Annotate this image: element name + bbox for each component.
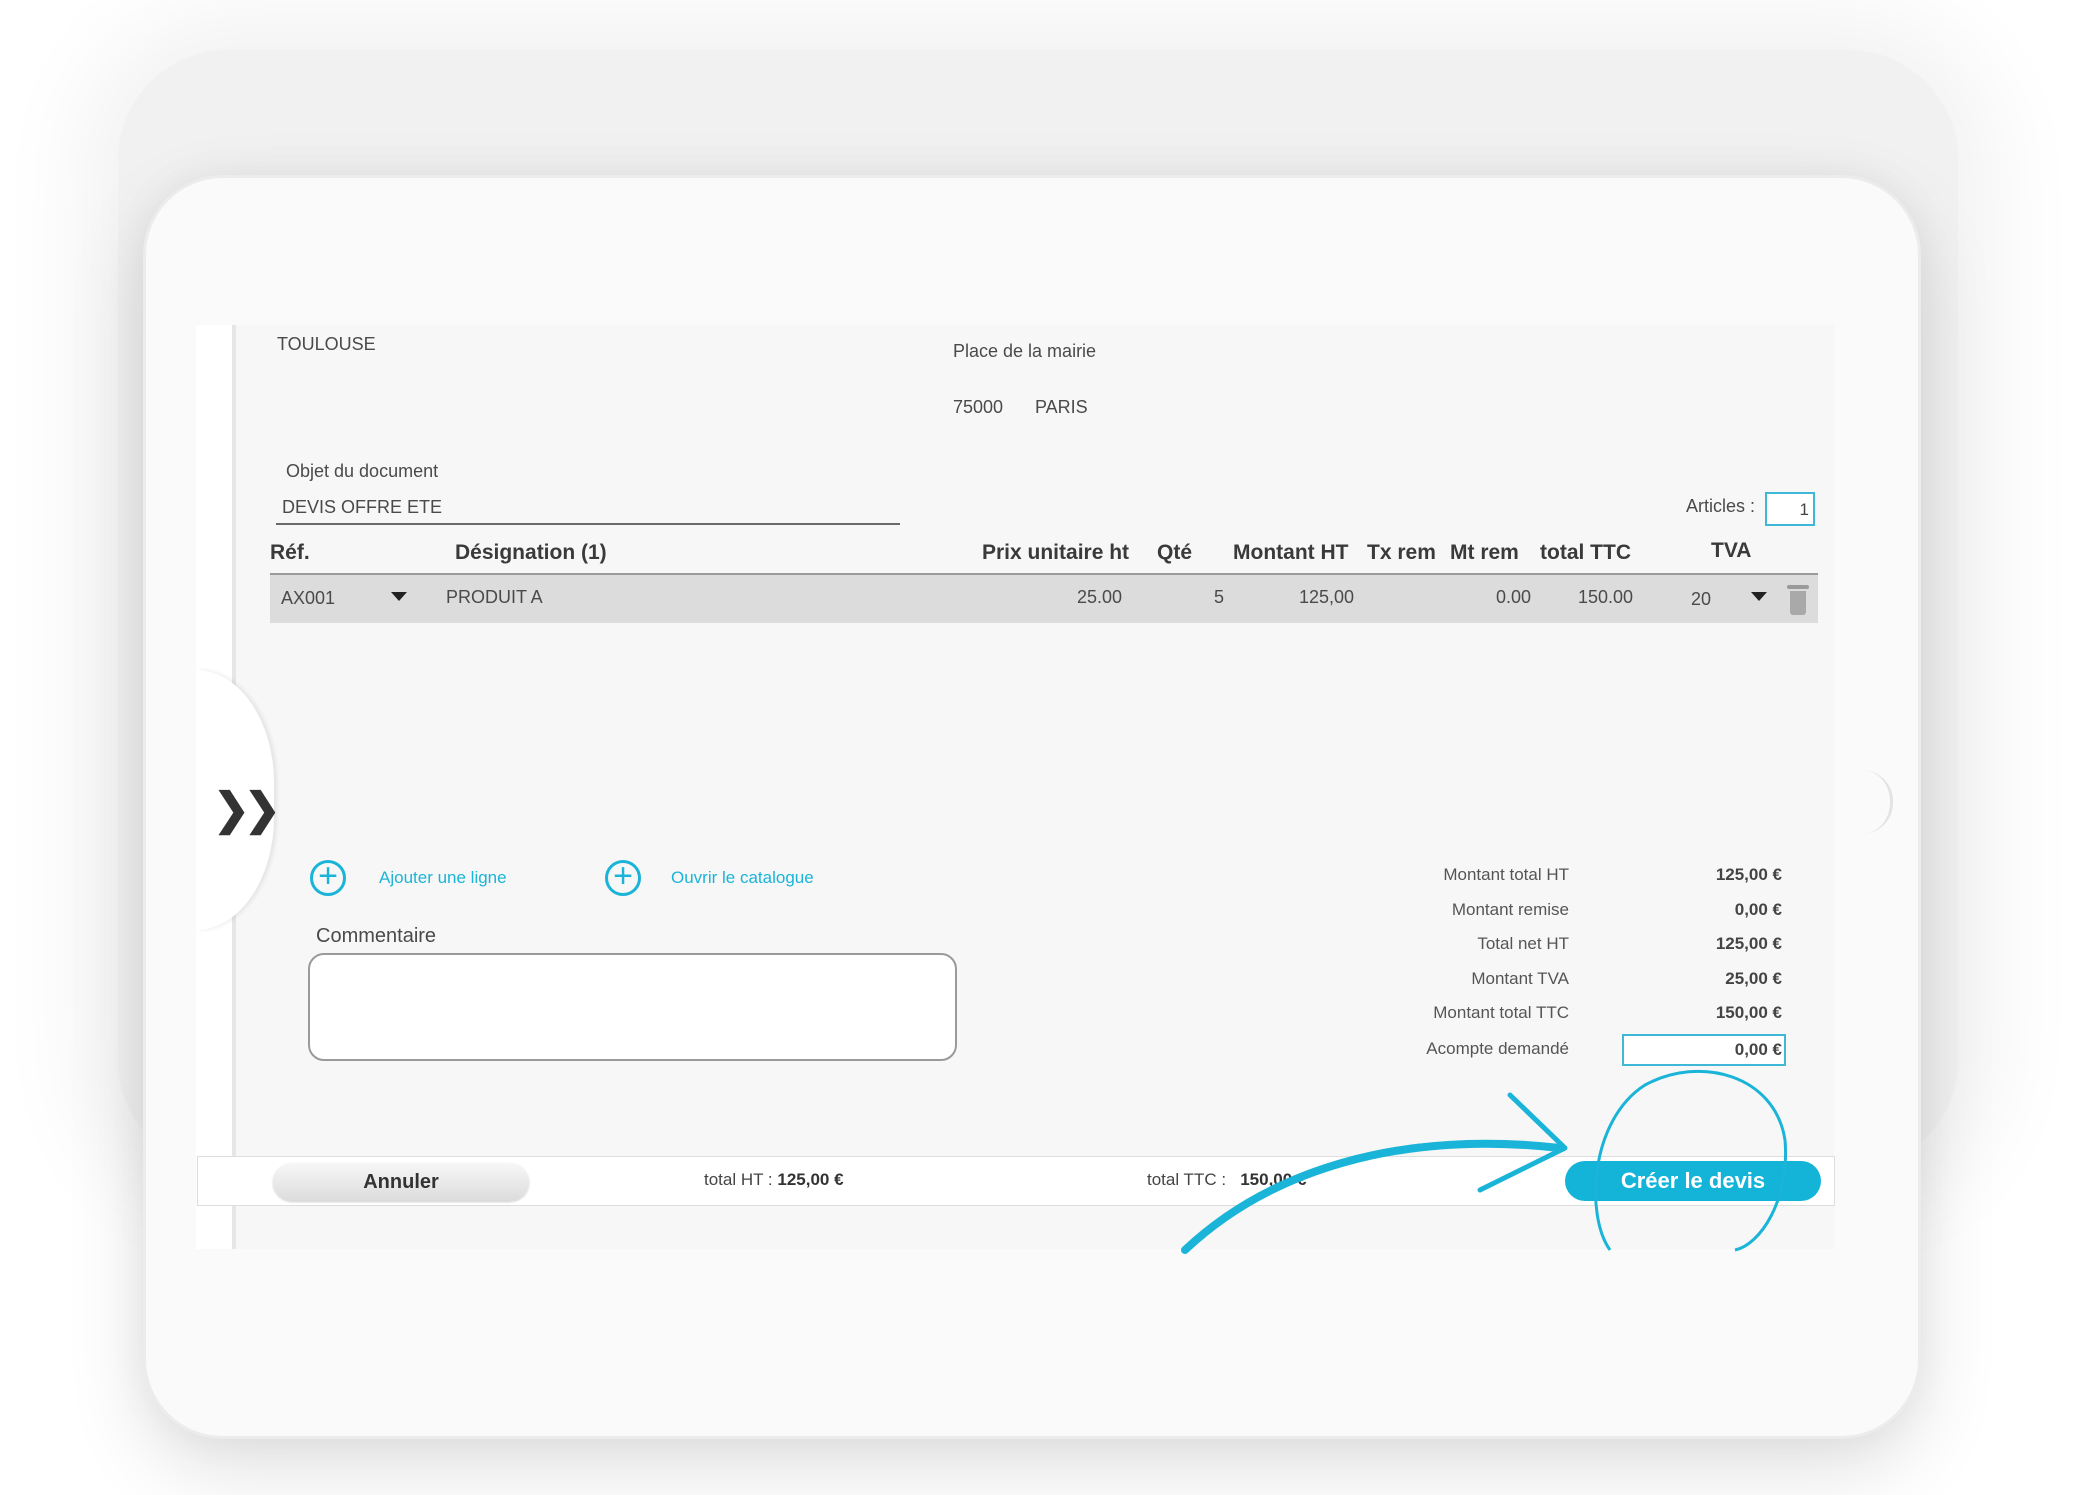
ref-caret-down-icon[interactable] bbox=[391, 592, 407, 601]
recipient-city: PARIS bbox=[1035, 397, 1088, 417]
col-mt-rem: Mt rem bbox=[1450, 541, 1519, 564]
footer-total-ttc: total TTC : 150,00 € bbox=[1147, 1170, 1306, 1190]
col-prix-unitaire: Prix unitaire ht bbox=[982, 541, 1130, 564]
footer-total-ht-value: 125,00 € bbox=[777, 1170, 844, 1189]
acompte-value[interactable]: 0,00 € bbox=[1632, 1040, 1782, 1060]
summary-net-ht: 125,00 € bbox=[1715, 934, 1782, 953]
comment-label: Commentaire bbox=[316, 925, 437, 947]
app-screen bbox=[196, 325, 1834, 1249]
row-total-ttc: 150.00 bbox=[1578, 587, 1634, 607]
open-catalog-plus-icon[interactable]: + bbox=[605, 859, 641, 896]
double-chevron-right-icon[interactable]: ❯❯ bbox=[213, 784, 281, 835]
footer-total-ttc-label: total TTC : bbox=[1147, 1170, 1227, 1189]
trash-icon[interactable] bbox=[1787, 585, 1809, 615]
summary-tva: 25,00 € bbox=[1725, 969, 1782, 988]
add-line-plus-icon[interactable]: + bbox=[310, 859, 346, 896]
summary-total-ht: 125,00 € bbox=[1715, 865, 1782, 884]
recipient-postcode: 75000 bbox=[953, 397, 1004, 417]
row-designation[interactable]: PRODUIT A bbox=[446, 587, 543, 608]
col-qte: Qté bbox=[1157, 541, 1193, 564]
comment-textarea[interactable] bbox=[308, 953, 957, 1061]
col-ref: Réf. bbox=[270, 541, 310, 564]
tva-caret-down-icon[interactable] bbox=[1751, 592, 1767, 601]
summary-ttc-label: Montant total TTC bbox=[1433, 1003, 1569, 1022]
object-label: Objet du document bbox=[286, 461, 439, 481]
create-quote-button[interactable]: Créer le devis bbox=[1565, 1161, 1821, 1201]
summary-net-ht-label: Total net HT bbox=[1477, 934, 1569, 953]
object-input-underline bbox=[276, 523, 900, 525]
footer-total-ttc-value: 150,00 € bbox=[1240, 1170, 1307, 1189]
footer-total-ht-label: total HT : bbox=[704, 1170, 773, 1189]
row-qte[interactable]: 5 bbox=[1214, 587, 1224, 608]
summary-remise-label: Montant remise bbox=[1451, 900, 1569, 919]
row-prix[interactable]: 25.00 bbox=[1077, 587, 1122, 608]
summary-remise: 0,00 € bbox=[1734, 900, 1782, 919]
summary-acompte-label: Acompte demandé bbox=[1426, 1039, 1569, 1058]
summary-total-ht-label: Montant total HT bbox=[1443, 865, 1569, 884]
articles-label: Articles : bbox=[1686, 496, 1756, 516]
object-input[interactable]: DEVIS OFFRE ETE bbox=[282, 497, 442, 518]
row-tva[interactable]: 20 bbox=[1691, 589, 1711, 610]
open-catalog-link[interactable]: Ouvrir le catalogue bbox=[671, 868, 814, 888]
client-city: TOULOUSE bbox=[277, 334, 376, 354]
footer-total-ht: total HT : 125,00 € bbox=[704, 1170, 844, 1190]
summary-tva-label: Montant TVA bbox=[1471, 969, 1569, 988]
row-mt-rem[interactable]: 0.00 bbox=[1496, 587, 1531, 608]
articles-count-field[interactable]: 1 bbox=[1765, 492, 1815, 526]
recipient-street: Place de la mairie bbox=[953, 341, 1097, 361]
col-montant-ht: Montant HT bbox=[1233, 541, 1349, 564]
row-ref[interactable]: AX001 bbox=[281, 588, 335, 609]
col-tva: TVA bbox=[1711, 539, 1752, 562]
row-montant-ht: 125,00 bbox=[1299, 587, 1355, 607]
add-line-link[interactable]: Ajouter une ligne bbox=[379, 868, 507, 888]
col-designation: Désignation (1) bbox=[455, 541, 607, 564]
col-tx-rem: Tx rem bbox=[1367, 541, 1436, 564]
col-total-ttc: total TTC bbox=[1540, 541, 1631, 564]
summary-ttc: 150,00 € bbox=[1715, 1003, 1782, 1022]
cancel-button[interactable]: Annuler bbox=[273, 1163, 529, 1201]
